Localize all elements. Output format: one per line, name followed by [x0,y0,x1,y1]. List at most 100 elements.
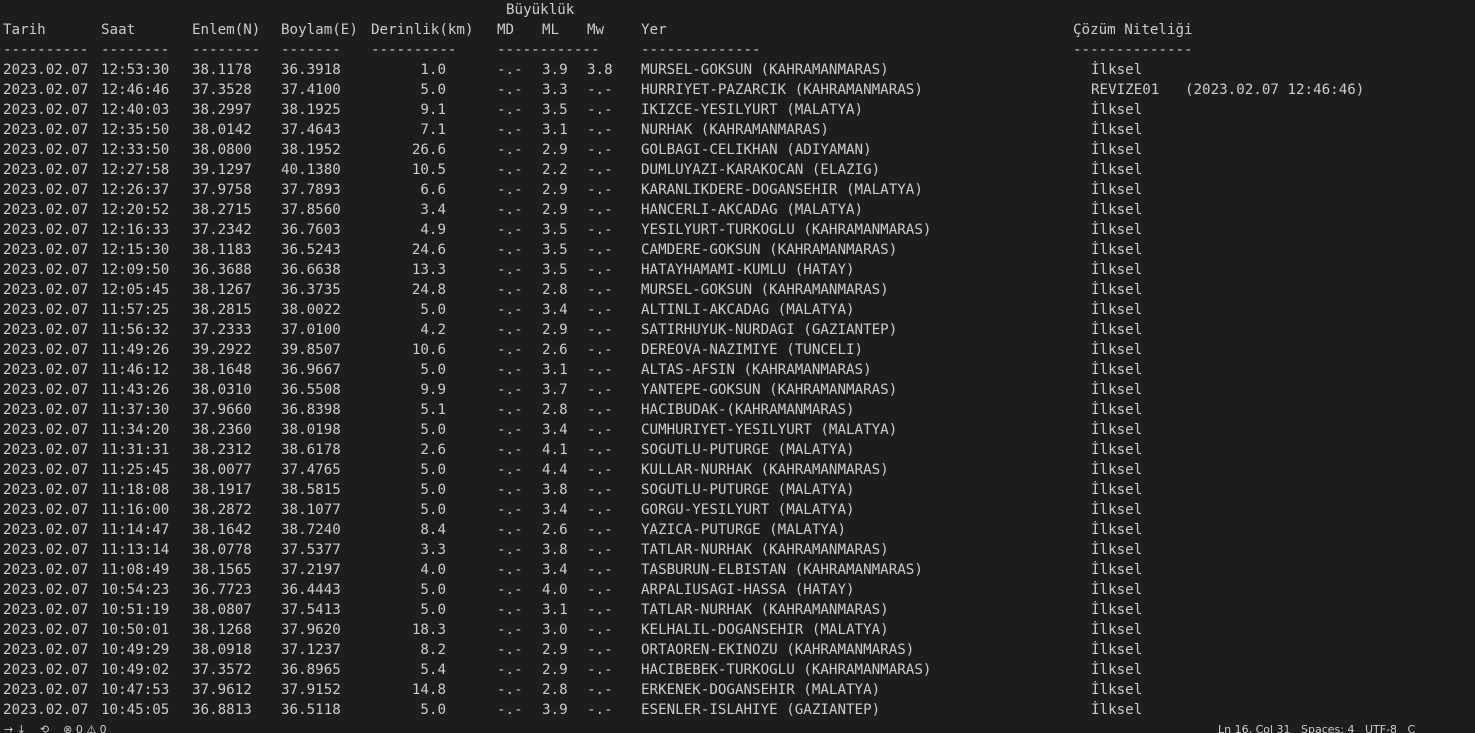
cell-ml: 2.9 [542,202,568,218]
cell-derinlik: 5.4 [420,662,446,678]
cell-ml: 3.5 [542,102,568,118]
cell-mw: -.- [587,202,613,218]
cell-mw: -.- [587,362,613,378]
cell-md: -.- [497,522,523,538]
cell-ml: 3.8 [542,482,568,498]
cell-derinlik: 9.1 [420,102,446,118]
cell-ml: 2.9 [542,642,568,658]
cell-mw: -.- [587,622,613,638]
cell-yer: TASBURUN-ELBISTAN (KAHRAMANMARAS) [641,562,923,578]
cell-yer: YESILYURT-TURKOGLU (KAHRAMANMARAS) [641,222,932,238]
cell-cozum: İlksel [1091,622,1143,638]
cell-md: -.- [497,642,523,658]
header-group-line: Büyüklük [3,0,574,20]
cell-yer: ALTINLI-AKCADAG (MALATYA) [641,302,855,318]
cell-derinlik: 5.1 [420,402,446,418]
cell-yer: DEREOVA-NAZIMIYE (TUNCELI) [641,342,864,358]
status-left-icons[interactable]: → ↓ ⟲ ⊗ 0 ⚠ 0 [4,723,107,733]
cell-yer: SOGUTLU-PUTURGE (MALATYA) [641,442,855,458]
cell-cozum: İlksel [1091,342,1143,358]
cell-yer: MURSEL-GOKSUN (KAHRAMANMARAS) [641,62,889,78]
cell-derinlik: 24.6 [411,242,446,258]
cell-mw: -.- [587,482,613,498]
cell-ml: 2.9 [542,322,568,338]
header-derinlik: Derinlik(km) [371,22,474,38]
cell-mw: -.- [587,382,613,398]
cell-ml: 3.5 [542,242,568,258]
cell-cozum: İlksel [1091,542,1143,558]
cell-md: -.- [497,482,523,498]
cell-cozum: İlksel [1091,122,1143,138]
cell-ml: 3.3 [542,82,568,98]
cell-md: -.- [497,442,523,458]
cell-mw: -.- [587,282,613,298]
cell-yer: ORTAOREN-EKINOZU (KAHRAMANMARAS) [641,642,915,658]
cell-ml: 3.9 [542,62,568,78]
cell-derinlik: 5.0 [420,482,446,498]
cell-ml: 2.9 [542,182,568,198]
cell-yer: GOLBAGI-CELIKHAN (ADIYAMAN) [641,142,872,158]
cell-md: -.- [497,682,523,698]
cell-md: -.- [497,162,523,178]
cell-md: -.- [497,182,523,198]
header-ml: ML [542,22,560,38]
cell-yer: HURRIYET-PAZARCIK (KAHRAMANMARAS) [641,82,923,98]
cell-md: -.- [497,222,523,238]
cell-cozum: İlksel [1091,102,1143,118]
cell-cozum: İlksel [1091,662,1143,678]
cell-ml: 2.9 [542,142,568,158]
cell-md: -.- [497,242,523,258]
cell-yer: HACIBUDAK-(KAHRAMANMARAS) [641,402,855,418]
cell-derinlik: 2.6 [420,442,446,458]
text-editor[interactable]: Büyüklük Tarih Saat Enlem(N) Boylam(E) D… [0,0,1475,722]
cell-cozum: İlksel [1091,282,1143,298]
cell-mw: -.- [587,262,613,278]
cell-ml: 2.6 [542,342,568,358]
cell-md: -.- [497,102,523,118]
cell-derinlik: 8.2 [420,642,446,658]
cell-mw: -.- [587,142,613,158]
cell-derinlik: 7.1 [420,122,446,138]
cell-derinlik: 4.2 [420,322,446,338]
cell-derinlik: 5.0 [420,362,446,378]
cell-yer: TATLAR-NURHAK (KAHRAMANMARAS) [641,542,889,558]
cell-mw: -.- [587,682,613,698]
cell-derinlik: 18.3 [411,622,446,638]
cell-derinlik: 4.9 [420,222,446,238]
header-columns-line: Tarih Saat Enlem(N) Boylam(E) Derinlik(k… [3,20,1193,40]
cell-mw: -.- [587,322,613,338]
cell-yer: GORGU-YESILYURT (MALATYA) [641,502,855,518]
cell-md: -.- [497,702,523,718]
cell-derinlik: 5.0 [420,462,446,478]
header-boylam: Boylam(E) [281,22,358,38]
header-md: MD [497,22,515,38]
cell-derinlik: 14.8 [411,682,446,698]
cell-cozum: İlksel [1091,262,1143,278]
cell-ml: 3.0 [542,622,568,638]
status-right-info[interactable]: Ln 16, Col 31 Spaces: 4 UTF-8 C [1218,723,1415,733]
cell-derinlik: 6.6 [420,182,446,198]
cell-ml: 3.5 [542,262,568,278]
cell-ml: 2.9 [542,662,568,678]
cell-md: -.- [497,662,523,678]
cell-yer: ERKENEK-DOGANSEHIR (MALATYA) [641,682,881,698]
cell-derinlik: 4.0 [420,562,446,578]
cell-mw: -.- [587,222,613,238]
cell-md: -.- [497,62,523,78]
cell-md: -.- [497,362,523,378]
cell-ml: 2.6 [542,522,568,538]
cell-cozum: İlksel [1091,642,1143,658]
cell-yer: KELHALIL-DOGANSEHIR (MALATYA) [641,622,889,638]
cell-ml: 3.4 [542,562,568,578]
cell-ml: 4.1 [542,442,568,458]
cell-cozum: İlksel [1091,162,1143,178]
cell-ml: 3.1 [542,362,568,378]
cell-yer: SOGUTLU-PUTURGE (MALATYA) [641,482,855,498]
cell-ml: 2.8 [542,682,568,698]
cell-mw: -.- [587,162,613,178]
separator-boylam: ------- [281,42,341,58]
cell-md: -.- [497,382,523,398]
cell-derinlik: 3.3 [420,542,446,558]
cell-md: -.- [497,342,523,358]
cell-mw: -.- [587,102,613,118]
